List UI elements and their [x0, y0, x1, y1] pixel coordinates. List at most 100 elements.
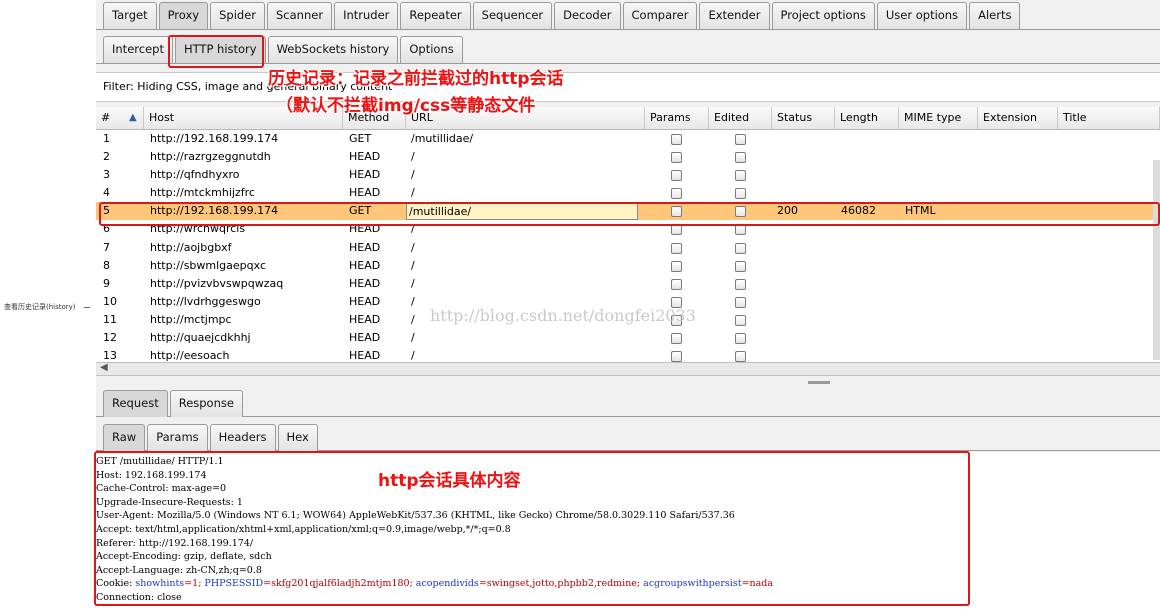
table-row[interactable]: 13 http://eesoach HEAD /: [96, 347, 1160, 362]
column-number[interactable]: # ▲: [96, 107, 144, 130]
row-number: 11: [103, 312, 117, 326]
row-number: 9: [103, 276, 110, 290]
tab-hex[interactable]: Hex: [277, 424, 318, 451]
row-host: http://qfndhyxro: [150, 168, 240, 182]
watermark: http://blog.csdn.net/dongfei2033: [430, 306, 696, 325]
table-row[interactable]: 2 http://razrgzeggnutdh HEAD /: [96, 148, 1160, 166]
tab-intruder[interactable]: Intruder: [334, 2, 399, 29]
tab-request[interactable]: Request: [103, 390, 168, 417]
row-host: http://eesoach: [150, 349, 230, 362]
tab-intercept[interactable]: Intercept: [103, 36, 173, 63]
outside-history-label: 查看历史记录(history): [4, 303, 76, 311]
row-method: GET: [349, 132, 372, 145]
pane-splitter-handle[interactable]: [808, 381, 830, 384]
row-url: /: [411, 150, 415, 164]
edited-checkbox[interactable]: [735, 260, 746, 272]
params-checkbox[interactable]: [671, 260, 682, 272]
edited-checkbox[interactable]: [735, 351, 746, 362]
divider: [84, 307, 90, 308]
tab-proxy-options[interactable]: Options: [400, 36, 463, 63]
row-method: HEAD: [349, 168, 381, 182]
sort-ascending-icon: ▲: [129, 112, 137, 123]
edited-checkbox[interactable]: [735, 242, 746, 254]
annotation-box-selected-row: [99, 202, 1160, 226]
tab-params[interactable]: Params: [147, 424, 208, 451]
edited-checkbox[interactable]: [735, 188, 746, 200]
edited-checkbox[interactable]: [735, 278, 746, 290]
tab-websockets-history[interactable]: WebSockets history: [267, 36, 399, 63]
table-row[interactable]: 3 http://qfndhyxro HEAD /: [96, 166, 1160, 184]
column-extension[interactable]: Extension: [978, 107, 1058, 130]
params-checkbox[interactable]: [671, 242, 682, 254]
tab-headers[interactable]: Headers: [209, 424, 276, 451]
tab-repeater[interactable]: Repeater: [400, 2, 471, 29]
row-number: 7: [103, 240, 110, 254]
row-host: http://mctjmpc: [150, 312, 232, 326]
row-url: /: [411, 349, 415, 362]
row-method: HEAD: [349, 331, 381, 345]
message-tab-bar: Request Response: [96, 390, 1160, 417]
params-checkbox[interactable]: [671, 278, 682, 290]
table-row[interactable]: 12 http://quaejcdkhhj HEAD /: [96, 329, 1160, 347]
params-checkbox[interactable]: [671, 351, 682, 362]
tab-decoder[interactable]: Decoder: [554, 2, 621, 29]
table-row[interactable]: 4 http://mtckmhijzfrc HEAD /: [96, 184, 1160, 202]
row-host: http://pvizvbvswpqwzaq: [150, 276, 284, 290]
tab-target[interactable]: Target: [103, 2, 157, 29]
row-url: /: [411, 258, 415, 272]
tab-project-options[interactable]: Project options: [771, 2, 875, 29]
row-number: 10: [103, 294, 117, 308]
table-row[interactable]: 1 http://192.168.199.174 GET /mutillidae…: [96, 130, 1160, 148]
filter-bar[interactable]: Filter: Hiding CSS, image and general bi…: [96, 72, 1160, 102]
edited-checkbox[interactable]: [735, 224, 746, 236]
row-host: http://razrgzeggnutdh: [150, 150, 271, 164]
edited-checkbox[interactable]: [735, 170, 746, 182]
edited-checkbox[interactable]: [735, 152, 746, 164]
tab-proxy[interactable]: Proxy: [158, 2, 209, 29]
column-edited[interactable]: Edited: [709, 107, 772, 130]
tab-user-options[interactable]: User options: [876, 2, 968, 29]
column-title[interactable]: Title: [1058, 107, 1160, 130]
row-number: 3: [103, 168, 110, 182]
params-checkbox[interactable]: [671, 170, 682, 182]
column-params[interactable]: Params: [645, 107, 709, 130]
tab-scanner[interactable]: Scanner: [267, 2, 333, 29]
tab-comparer[interactable]: Comparer: [622, 2, 698, 29]
tab-alerts[interactable]: Alerts: [969, 2, 1021, 29]
row-host: http://quaejcdkhhj: [150, 331, 251, 345]
row-method: HEAD: [349, 186, 381, 200]
edited-checkbox[interactable]: [735, 134, 746, 145]
params-checkbox[interactable]: [671, 188, 682, 200]
row-url: /: [411, 186, 415, 200]
tab-spider[interactable]: Spider: [210, 2, 265, 29]
row-method: HEAD: [349, 312, 381, 326]
column-mime-type[interactable]: MIME type: [899, 107, 978, 130]
row-method: HEAD: [349, 276, 381, 290]
vertical-scrollbar[interactable]: [1153, 160, 1160, 360]
annotation-history-line1: 历史记录：记录之前拦截过的http会话: [268, 69, 564, 89]
edited-checkbox[interactable]: [735, 296, 746, 308]
column-status[interactable]: Status: [772, 107, 835, 130]
scroll-left-icon[interactable]: ◀: [100, 362, 108, 373]
edited-checkbox[interactable]: [735, 314, 746, 326]
table-row[interactable]: 8 http://sbwmlgaepqxc HEAD /: [96, 257, 1160, 275]
tab-raw[interactable]: Raw: [103, 424, 146, 451]
params-checkbox[interactable]: [671, 224, 682, 236]
params-checkbox[interactable]: [671, 134, 682, 145]
row-number: 4: [103, 186, 110, 200]
tab-response[interactable]: Response: [169, 390, 243, 417]
tab-extender[interactable]: Extender: [699, 2, 770, 29]
edited-checkbox[interactable]: [735, 333, 746, 345]
column-length[interactable]: Length: [835, 107, 899, 130]
table-row[interactable]: 9 http://pvizvbvswpqwzaq HEAD /: [96, 275, 1160, 293]
row-host: http://aojbgbxf: [150, 240, 232, 254]
row-host: http://192.168.199.174: [150, 132, 279, 145]
row-url: /mutillidae/: [411, 132, 474, 145]
params-checkbox[interactable]: [671, 333, 682, 345]
table-row[interactable]: 7 http://aojbgbxf HEAD /: [96, 239, 1160, 257]
row-url: /: [411, 276, 415, 290]
tab-sequencer[interactable]: Sequencer: [472, 2, 553, 29]
horizontal-scrollbar[interactable]: ◀: [96, 362, 1160, 376]
row-host: http://mtckmhijzfrc: [150, 186, 255, 200]
params-checkbox[interactable]: [671, 152, 682, 164]
